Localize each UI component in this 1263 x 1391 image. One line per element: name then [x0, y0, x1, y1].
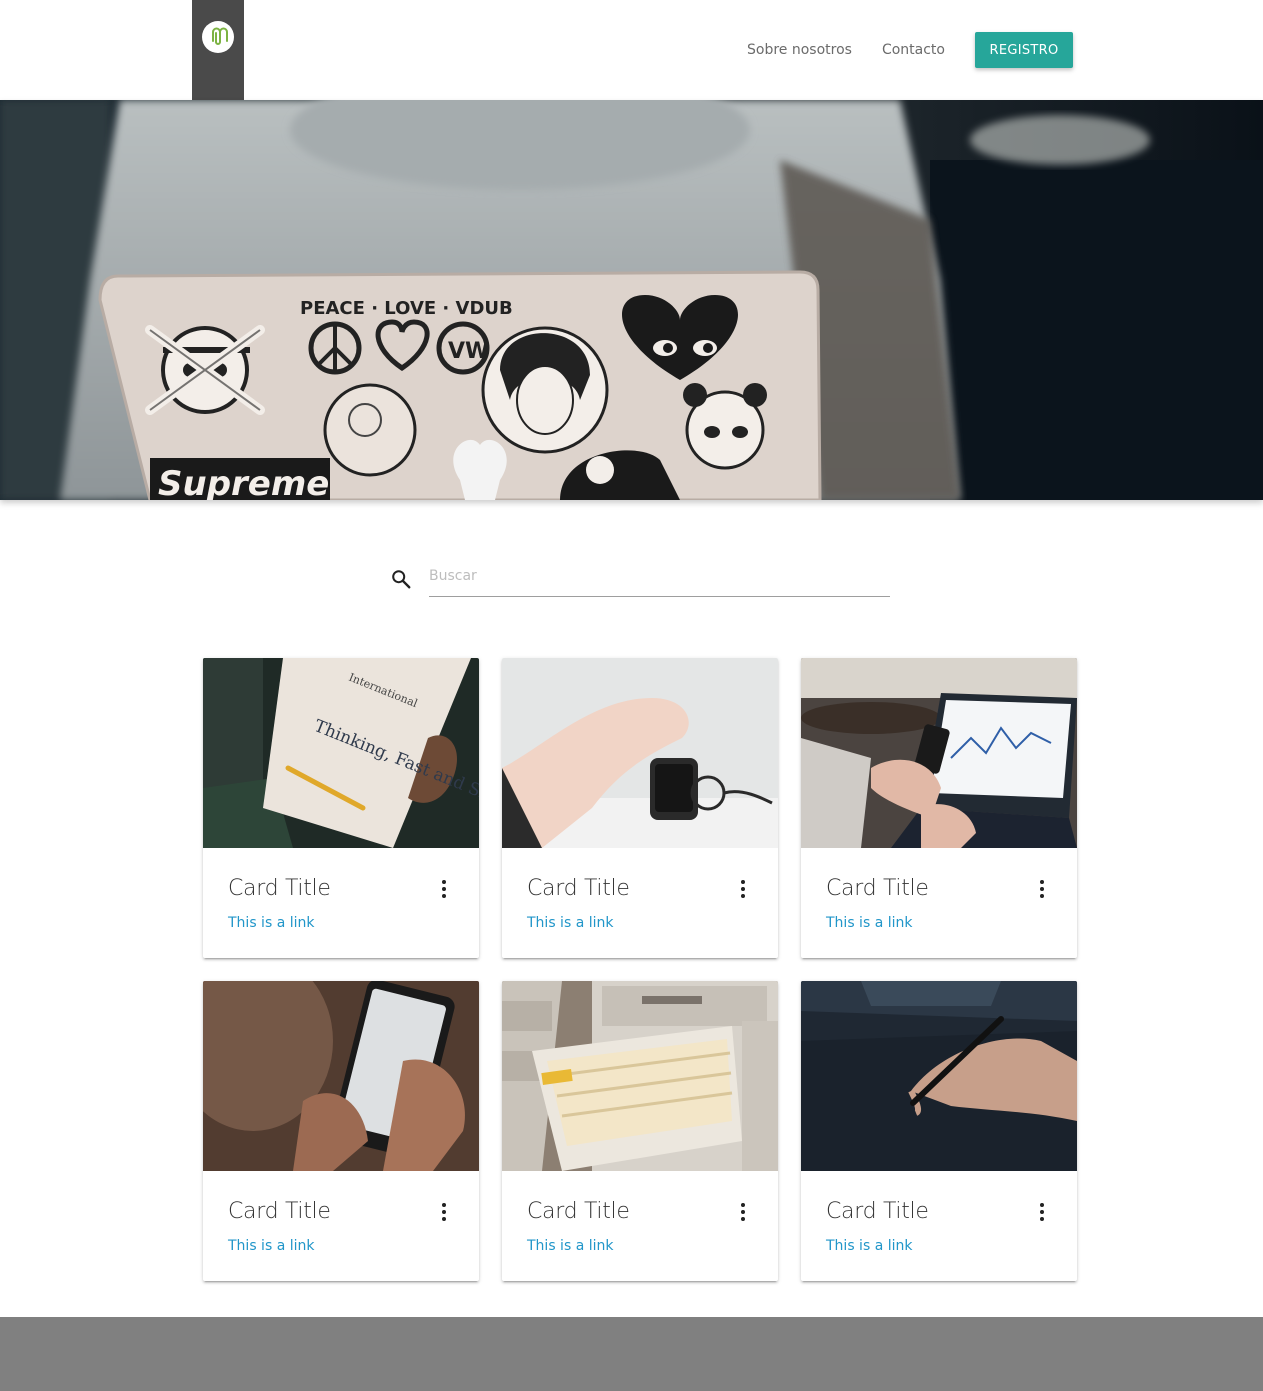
register-button[interactable]: REGISTRO	[975, 32, 1073, 68]
card-link[interactable]: This is a link	[826, 1238, 912, 1254]
site-header: Sobre nosotros Contacto REGISTRO	[0, 0, 1263, 100]
card-link[interactable]: This is a link	[527, 1238, 613, 1254]
more-vert-icon[interactable]	[437, 878, 451, 900]
card-title: Card Title	[527, 876, 630, 901]
logo[interactable]	[202, 21, 234, 53]
search-bar	[390, 556, 890, 598]
card-link[interactable]: This is a link	[527, 915, 613, 931]
card-image-file-cabinet[interactable]	[502, 981, 778, 1171]
more-vert-icon[interactable]	[736, 878, 750, 900]
card[interactable]: Card Title This is a link	[801, 658, 1077, 958]
card[interactable]: Card Title This is a link	[801, 981, 1077, 1281]
card-title: Card Title	[826, 876, 929, 901]
hero-sticker-supreme: Supreme	[158, 464, 329, 500]
search-icon[interactable]	[390, 568, 412, 590]
card-title: Card Title	[228, 1199, 331, 1224]
card-link[interactable]: This is a link	[826, 915, 912, 931]
card[interactable]: Card Title This is a link	[502, 658, 778, 958]
hero-sticker-text: PEACE · LOVE · VDUB	[300, 298, 513, 319]
card-title: Card Title	[527, 1199, 630, 1224]
more-vert-icon[interactable]	[437, 1201, 451, 1223]
logo-tab[interactable]	[192, 0, 244, 100]
more-vert-icon[interactable]	[1035, 1201, 1049, 1223]
hero-image: PEACE · LOVE · VDUB VW Supreme	[0, 100, 1263, 500]
footer	[0, 1317, 1263, 1391]
card-title: Card Title	[826, 1199, 929, 1224]
card[interactable]: Card Title This is a link	[502, 981, 778, 1281]
svg-text:VW: VW	[448, 339, 489, 364]
card-title: Card Title	[228, 876, 331, 901]
card-link[interactable]: This is a link	[228, 1238, 314, 1254]
more-vert-icon[interactable]	[736, 1201, 750, 1223]
nav-link-about[interactable]: Sobre nosotros	[747, 42, 852, 58]
nav-link-contact[interactable]: Contacto	[882, 42, 945, 58]
more-vert-icon[interactable]	[1035, 878, 1049, 900]
card-image-smartwatch[interactable]	[502, 658, 778, 848]
paperclip-icon	[212, 27, 228, 45]
card-link[interactable]: This is a link	[228, 915, 314, 931]
main-nav: Sobre nosotros Contacto REGISTRO	[747, 0, 1073, 100]
card-image-smartphone[interactable]	[203, 981, 479, 1171]
hero-illustration: PEACE · LOVE · VDUB VW Supreme	[0, 100, 1263, 500]
card-image-stylus-tablet[interactable]	[801, 981, 1077, 1171]
search-input[interactable]	[429, 556, 890, 597]
card[interactable]: Card Title This is a link	[203, 981, 479, 1281]
card-image-book[interactable]: Thinking, Fast and Slow International	[203, 658, 479, 848]
card-image-laptop-charts[interactable]	[801, 658, 1077, 848]
card[interactable]: Thinking, Fast and Slow International Ca…	[203, 658, 479, 958]
